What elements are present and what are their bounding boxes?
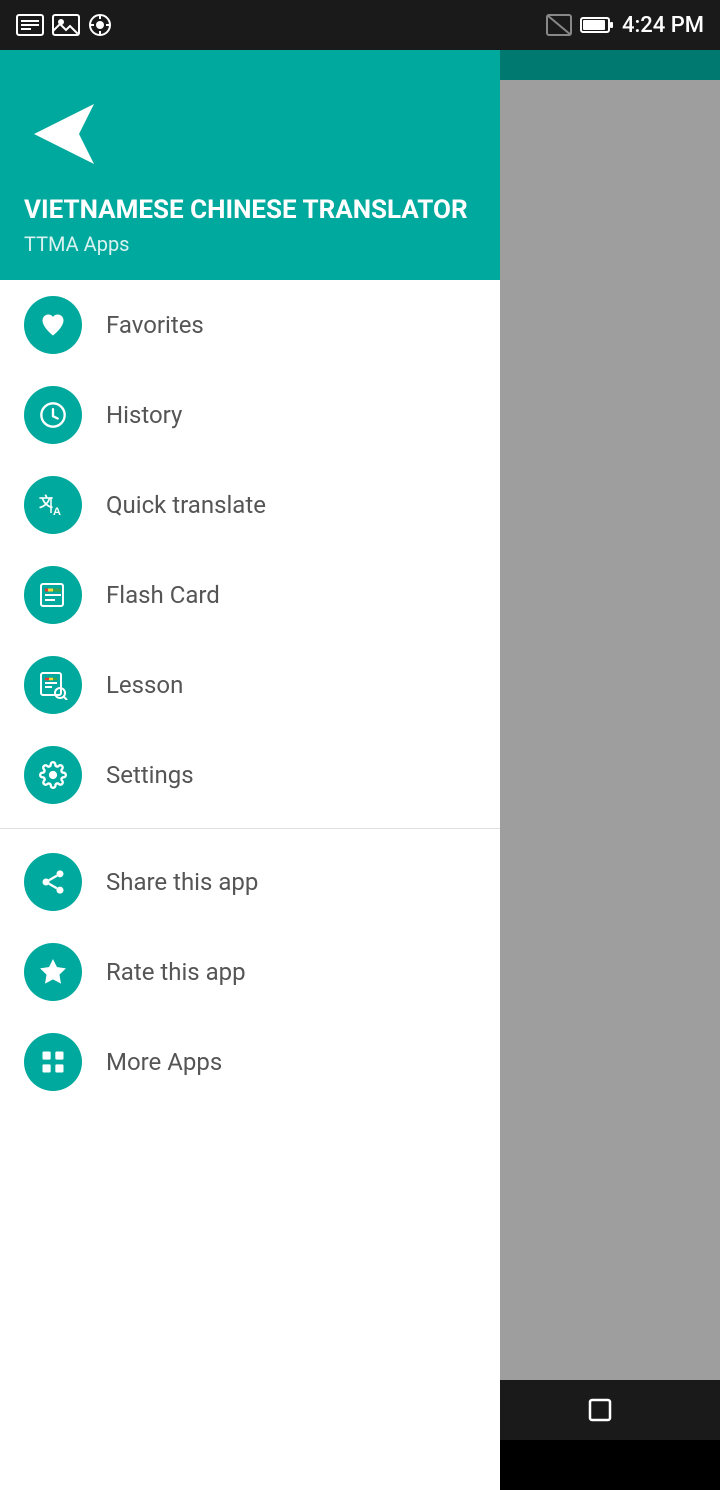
flashcard-icon xyxy=(38,580,68,610)
menu-item-favorites[interactable]: Favorites xyxy=(0,280,500,370)
settings-label: Settings xyxy=(106,761,194,789)
lesson-label: Lesson xyxy=(106,671,183,699)
menu-item-share[interactable]: Share this app xyxy=(0,837,500,927)
share-icon-circle xyxy=(24,853,82,911)
image-icon xyxy=(52,14,80,36)
no-sim-icon xyxy=(546,14,572,36)
battery-icon xyxy=(580,16,614,34)
more-apps-icon-circle xyxy=(24,1033,82,1091)
recent-apps-icon xyxy=(587,1397,613,1423)
status-bar: 4:24 PM xyxy=(0,0,720,50)
recent-apps-button[interactable] xyxy=(570,1380,630,1440)
gear-icon xyxy=(39,761,67,789)
settings-icon-circle xyxy=(24,746,82,804)
status-bar-left xyxy=(16,13,112,37)
quick-translate-icon-circle: 文 A xyxy=(24,476,82,534)
grid-icon xyxy=(39,1048,67,1076)
more-apps-label: More Apps xyxy=(106,1048,222,1076)
navigation-drawer: VIETNAMESE CHINESE TRANSLATOR TTMA Apps … xyxy=(0,50,500,1490)
favorites-label: Favorites xyxy=(106,311,204,339)
star-icon xyxy=(39,958,67,986)
history-label: History xyxy=(106,401,182,429)
share-icon xyxy=(39,868,67,896)
menu-divider xyxy=(0,828,500,829)
drawer-header: VIETNAMESE CHINESE TRANSLATOR TTMA Apps xyxy=(0,50,500,280)
app-logo xyxy=(24,89,114,179)
menu-item-more-apps[interactable]: More Apps xyxy=(0,1017,500,1107)
quick-translate-label: Quick translate xyxy=(106,491,266,519)
status-bar-right: 4:24 PM xyxy=(546,13,704,38)
translate-icon: 文 A xyxy=(37,489,69,521)
menu-item-settings[interactable]: Settings xyxy=(0,730,500,820)
menu-item-flash-card[interactable]: Flash Card xyxy=(0,550,500,640)
status-time: 4:24 PM xyxy=(622,13,704,38)
heart-icon xyxy=(39,311,67,339)
settings-status-icon xyxy=(88,13,112,37)
share-label: Share this app xyxy=(106,868,258,896)
favorites-icon-circle xyxy=(24,296,82,354)
rate-label: Rate this app xyxy=(106,958,246,986)
drawer-developer: TTMA Apps xyxy=(24,232,476,256)
flash-card-icon-circle xyxy=(24,566,82,624)
drawer-app-title: VIETNAMESE CHINESE TRANSLATOR xyxy=(24,195,476,226)
lesson-icon xyxy=(38,670,68,700)
menu-item-rate[interactable]: Rate this app xyxy=(0,927,500,1017)
flash-card-label: Flash Card xyxy=(106,581,220,609)
rate-icon-circle xyxy=(24,943,82,1001)
menu-item-quick-translate[interactable]: 文 A Quick translate xyxy=(0,460,500,550)
history-icon-circle xyxy=(24,386,82,444)
clock-icon xyxy=(39,401,67,429)
drawer-menu: Favorites History 文 A Quick xyxy=(0,280,500,1490)
menu-item-history[interactable]: History xyxy=(0,370,500,460)
lesson-icon-circle xyxy=(24,656,82,714)
document-icon xyxy=(16,14,44,36)
menu-item-lesson[interactable]: Lesson xyxy=(0,640,500,730)
svg-text:A: A xyxy=(53,506,61,518)
